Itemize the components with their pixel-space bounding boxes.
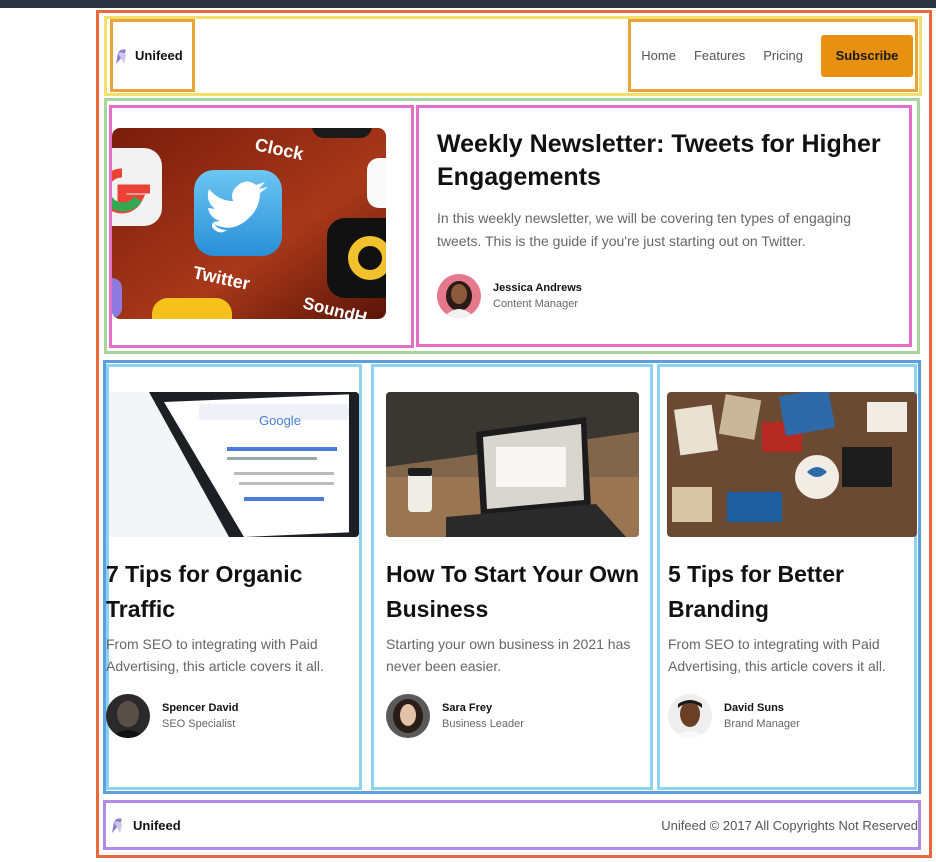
featured-description: In this weekly newsletter, we will be co… xyxy=(437,210,852,249)
nav-home-link[interactable]: Home xyxy=(641,48,676,63)
avatar xyxy=(668,694,712,738)
author-name: David Suns xyxy=(724,702,784,714)
author-role: SEO Specialist xyxy=(162,718,236,730)
author-role: Brand Manager xyxy=(724,718,800,730)
post-card-description: Starting your own business in 2021 has n… xyxy=(386,636,631,674)
post-card-author: Spencer David SEO Specialist xyxy=(106,694,238,738)
footer-logo[interactable]: Unifeed xyxy=(109,816,181,834)
footer-brand-name: Unifeed xyxy=(133,817,181,833)
unicorn-logo-icon xyxy=(116,48,126,64)
unicorn-logo-icon xyxy=(112,818,122,833)
author-role: Business Leader xyxy=(442,718,524,730)
phone-search-illustration: Google xyxy=(109,392,359,537)
window-top-bar xyxy=(0,0,936,8)
site-footer: Unifeed Unifeed © 2017 All Copyrights No… xyxy=(103,800,921,850)
post-card-description: From SEO to integrating with Paid Advert… xyxy=(106,636,324,674)
main-nav: Home Features Pricing Subscribe xyxy=(628,19,918,92)
author-name: Jessica Andrews xyxy=(493,282,582,294)
brand-name: Unifeed xyxy=(135,48,183,63)
nav-pricing-link[interactable]: Pricing xyxy=(763,48,803,63)
avatar xyxy=(106,694,150,738)
phone-apps-illustration: Twitter Clock SoundH xyxy=(112,128,386,319)
post-card-image[interactable] xyxy=(386,392,639,537)
featured-author: Jessica Andrews Content Manager xyxy=(437,274,582,318)
post-card-image[interactable]: Google xyxy=(109,392,359,537)
featured-image[interactable]: Twitter Clock SoundH xyxy=(112,128,386,319)
nav-features-link[interactable]: Features xyxy=(694,48,745,63)
google-logo-text: Google xyxy=(259,413,301,428)
subscribe-button[interactable]: Subscribe xyxy=(821,34,913,77)
author-role: Content Manager xyxy=(493,298,578,310)
post-card-image[interactable] xyxy=(667,392,917,537)
author-name: Spencer David xyxy=(162,702,239,714)
google-icon xyxy=(112,148,162,226)
copyright-text: Unifeed © 2017 All Copyrights Not Reserv… xyxy=(661,817,918,833)
avatar xyxy=(386,694,430,738)
brand-logo[interactable]: Unifeed xyxy=(110,19,195,92)
post-card-title[interactable]: 5 Tips for Better Branding xyxy=(668,557,913,627)
laptop-desk-illustration xyxy=(386,392,639,537)
author-name: Sara Frey xyxy=(442,702,493,714)
post-card-author: Sara Frey Business Leader xyxy=(386,694,524,738)
branding-flatlay-illustration xyxy=(667,392,917,537)
post-card-title[interactable]: How To Start Your Own Business xyxy=(386,557,641,627)
post-card-author: David Suns Brand Manager xyxy=(668,694,800,738)
post-card-description: From SEO to integrating with Paid Advert… xyxy=(668,636,886,674)
soundhound-icon xyxy=(327,218,386,298)
avatar xyxy=(437,274,481,318)
featured-title[interactable]: Weekly Newsletter: Tweets for Higher Eng… xyxy=(437,128,907,194)
twitter-icon xyxy=(194,170,282,256)
post-card-title[interactable]: 7 Tips for Organic Traffic xyxy=(106,557,356,627)
